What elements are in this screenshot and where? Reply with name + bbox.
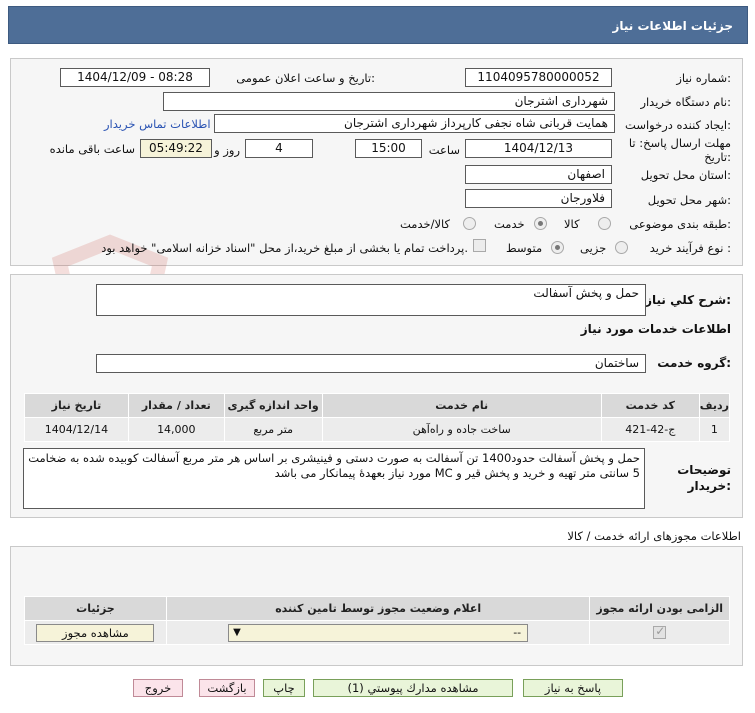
cell-quantity: 14,000 [127, 417, 225, 442]
days-remaining-field: 4 [245, 139, 313, 158]
category-label: طبقه بندی موضوعی: [629, 217, 731, 231]
cell-service-code: ج-42-421 [600, 417, 700, 442]
permit-status-value: -- [513, 625, 522, 639]
purchase-medium-label: متوسط [506, 241, 543, 255]
province-field: اصفهان [465, 165, 612, 184]
col-need-date: تاریخ نیاز [24, 393, 129, 418]
announce-date-label: تاریخ و ساعت اعلان عمومی: [236, 71, 375, 85]
col-unit: واحد اندازه گیری [223, 393, 323, 418]
services-table: تاریخ نیاز تعداد / مقدار واحد اندازه گیر… [24, 393, 731, 442]
deadline-time-field: 15:00 [355, 139, 422, 158]
category-service-radio[interactable] [534, 217, 547, 230]
cell-permit-details: مشاهده مجوز [24, 620, 167, 645]
city-label: شهر محل تحویل: [647, 193, 731, 207]
buyer-org-field: شهرداری اشترجان [163, 92, 615, 111]
purchase-minor-radio[interactable] [615, 241, 628, 254]
view-permit-button[interactable]: مشاهده مجوز [36, 623, 155, 642]
buyer-description-text: حمل و پخش آسفالت حدود1400 تن آسفالت به ص… [23, 448, 645, 509]
permit-status-select[interactable]: -- ▼ [228, 623, 529, 642]
category-goods-radio[interactable] [598, 217, 611, 230]
reply-to-need-button[interactable]: پاسخ به نیاز [523, 679, 623, 697]
col-service-name: نام خدمت [321, 393, 602, 418]
table-row: 1404/12/14 14,000 متر مربع ساخت جاده و ر… [24, 417, 731, 442]
col-permit-details: جزئیات [24, 596, 167, 621]
print-button[interactable]: چاپ [263, 679, 305, 697]
purchase-medium-radio[interactable] [551, 241, 564, 254]
cell-service-name: ساخت جاده و راه‌آهن [321, 417, 602, 442]
view-attachments-button[interactable]: مشاهده مدارك پيوستي (1) [313, 679, 513, 697]
remaining-time-field: 05:49:22 [140, 139, 212, 158]
permits-table: جزئیات اعلام وضعیت مجوز توسط تامین کننده… [24, 596, 730, 645]
purchase-minor-label: جزیی [580, 241, 607, 255]
city-field: فلاورجان [465, 189, 612, 208]
treasury-payment-checkbox[interactable] [473, 239, 486, 252]
cell-permit-required: ✓ [589, 620, 730, 645]
summary-field: حمل و پخش آسفالت [96, 284, 646, 316]
need-number-label: شماره نیاز: [676, 71, 731, 85]
page-title: جزئیات اطلاعات نیاز [8, 6, 748, 44]
buyer-contact-link[interactable]: اطلاعات تماس خریدار [104, 117, 211, 131]
services-heading: اطلاعات خدمات مورد نیاز [580, 322, 731, 336]
purchase-type-label: نوع فرآیند خرید : [649, 241, 731, 255]
deadline-label: مهلت ارسال پاسخ: تا تاریخ: [628, 136, 731, 164]
creator-field: همایت قربانی شاه نجفی کارپرداز شهرداری ا… [214, 114, 615, 133]
back-button[interactable]: بازگشت [199, 679, 255, 697]
treasury-payment-note: پرداخت تمام یا بخشی از مبلغ خرید،از محل … [101, 241, 468, 255]
cell-permit-status: -- ▼ [165, 620, 591, 645]
service-group-label: گروه خدمت: [657, 356, 731, 370]
deadline-date-field: 1404/12/13 [465, 139, 612, 158]
service-group-field: ساختمان [96, 354, 646, 373]
table-row: مشاهده مجوز -- ▼ ✓ [24, 620, 730, 645]
province-label: استان محل تحویل: [640, 168, 731, 182]
deadline-time-label: ساعت [428, 143, 460, 157]
cell-unit: متر مربع [223, 417, 323, 442]
buyer-description-label: توضیحات خریدار: [677, 463, 731, 493]
category-goods-label: کالا [564, 217, 580, 231]
col-service-code: کد خدمت [600, 393, 700, 418]
summary-label: شرح کلي نياز: [645, 293, 731, 307]
category-service-label: خدمت [494, 217, 525, 231]
remaining-time-label: ساعت باقی مانده [49, 142, 135, 156]
chevron-down-icon: ▼ [233, 626, 241, 638]
buyer-org-label: نام دستگاه خریدار: [640, 95, 731, 109]
days-label: روز و [214, 143, 240, 157]
cell-row: 1 [698, 417, 731, 442]
col-row: ردیف [698, 393, 731, 418]
category-both-radio[interactable] [463, 217, 476, 230]
cell-need-date: 1404/12/14 [24, 417, 129, 442]
creator-label: ایجاد کننده درخواست: [625, 118, 731, 132]
col-quantity: تعداد / مقدار [127, 393, 225, 418]
need-number-field: 1104095780000052 [465, 68, 612, 87]
announce-date-field: 1404/12/09 - 08:28 [60, 68, 210, 87]
exit-button[interactable]: خروج [133, 679, 183, 697]
col-permit-required: الزامی بودن ارائه مجوز [589, 596, 730, 621]
col-permit-status: اعلام وضعیت مجوز توسط تامین کننده [165, 596, 591, 621]
check-icon: ✓ [655, 624, 666, 638]
permits-heading: اطلاعات مجوزهای ارائه خدمت / کالا [567, 529, 741, 543]
permit-required-checkbox: ✓ [653, 624, 667, 639]
category-both-label: کالا/خدمت [400, 217, 451, 231]
